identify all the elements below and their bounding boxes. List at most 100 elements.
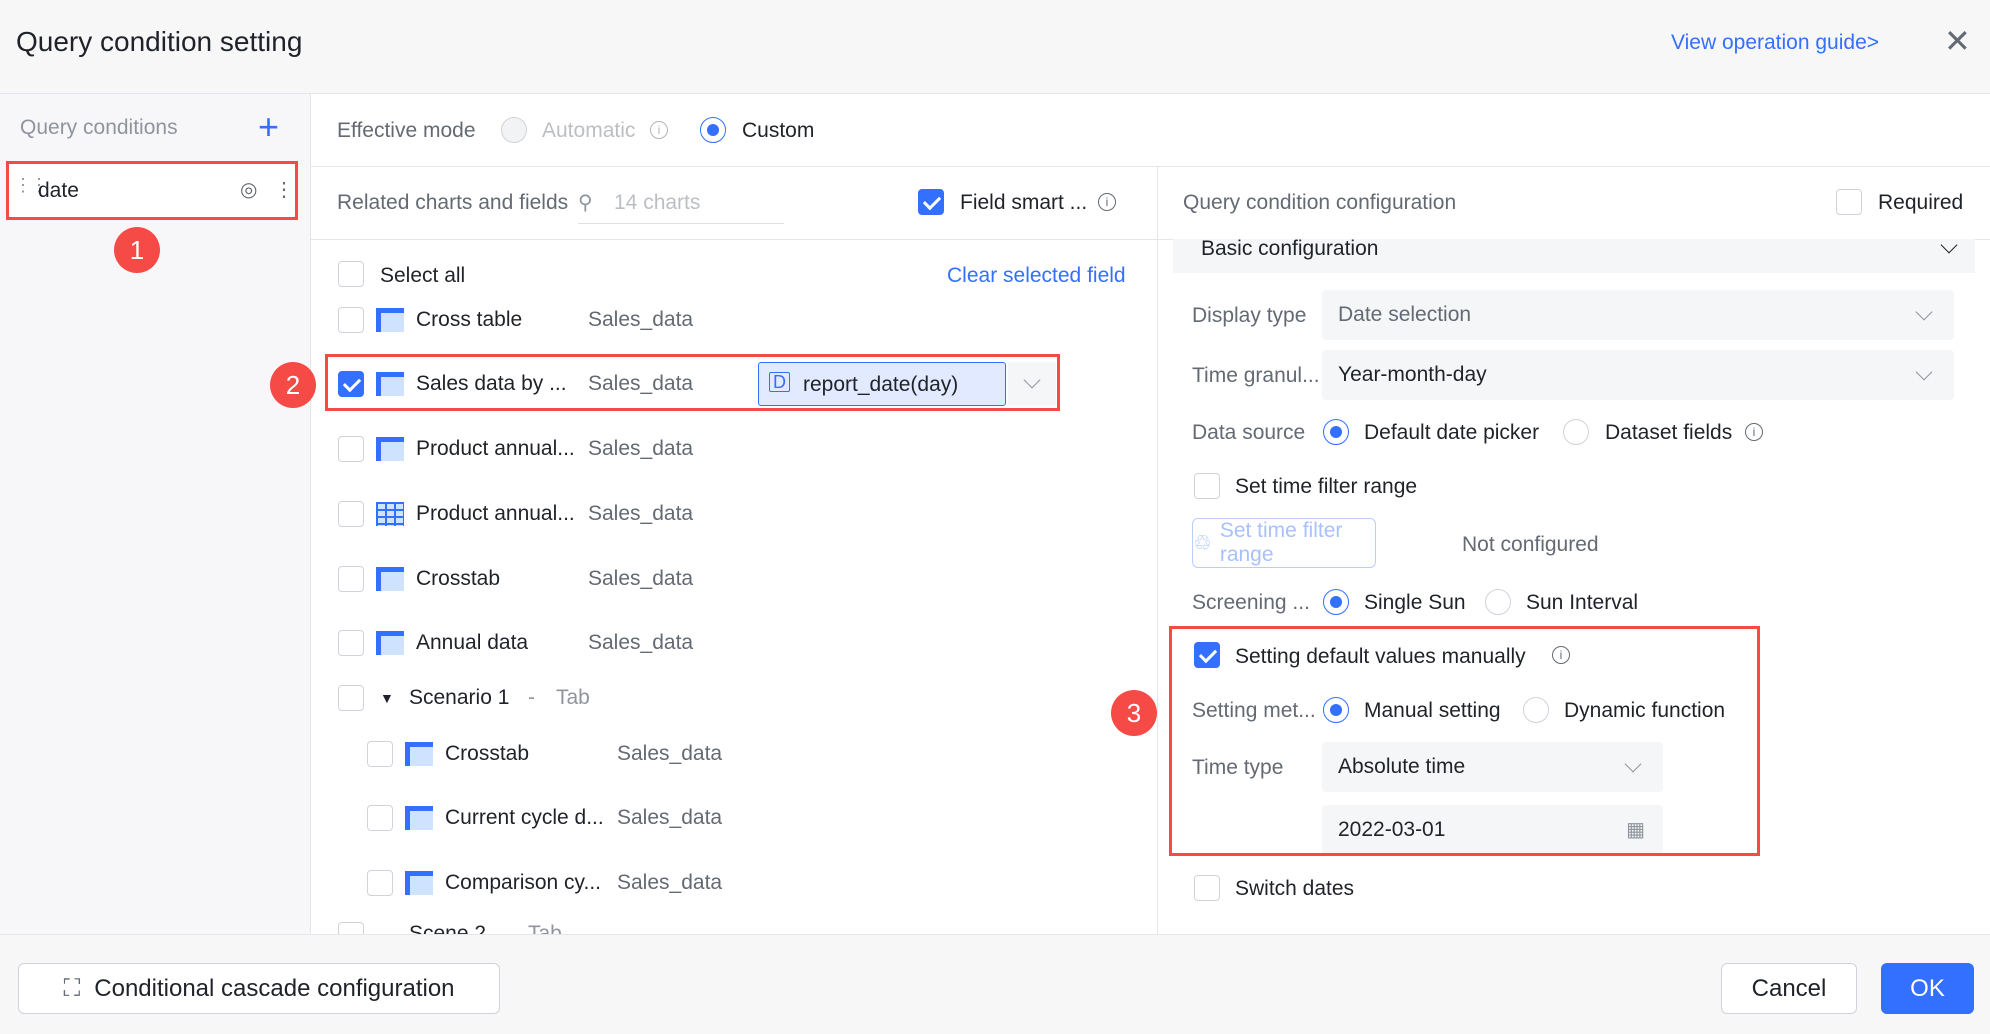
default-date-picker-label: Default date picker (1364, 421, 1540, 444)
row-checkbox[interactable] (338, 630, 364, 656)
sidebar (0, 94, 311, 934)
group-row-partial[interactable]: Scene 2 Tab (338, 922, 638, 934)
radio-single-sun[interactable] (1323, 589, 1349, 615)
search-icon: ⚲ (578, 192, 593, 214)
dataset-name: Sales_data (588, 308, 694, 331)
view-operation-guide-link[interactable]: View operation guide> (1671, 31, 1879, 55)
row-checkbox[interactable] (338, 566, 364, 592)
highlight-box-1 (6, 161, 298, 220)
time-granularity-label: Time granul... (1192, 364, 1320, 387)
set-time-filter-range-checkbox[interactable] (1194, 473, 1220, 499)
chart-name: Annual data (416, 631, 529, 654)
select-value: Date selection (1338, 303, 1472, 326)
chevron-down-icon (1940, 236, 1958, 254)
group-name: Scenario 1 (409, 686, 510, 709)
automatic-label: Automatic (542, 119, 636, 142)
cancel-button[interactable]: Cancel (1721, 963, 1857, 1014)
section-title: Basic configuration (1201, 237, 1379, 260)
conditional-cascade-button[interactable]: ⛶ Conditional cascade configuration (18, 963, 500, 1014)
row-checkbox[interactable] (367, 870, 393, 896)
highlight-box-3 (1169, 626, 1760, 856)
chart-name: Comparison cy... (445, 871, 601, 894)
set-time-filter-range-label: Set time filter range (1235, 475, 1418, 498)
display-type-select[interactable]: Date selection (1322, 290, 1954, 340)
close-icon[interactable]: ✕ (1944, 22, 1971, 60)
switch-dates-checkbox[interactable] (1194, 875, 1220, 901)
divider (311, 166, 1990, 167)
add-condition-icon[interactable]: + (258, 106, 279, 148)
grid-table-icon (376, 502, 404, 526)
chart-name: Cross table (416, 308, 523, 331)
info-icon: i (1745, 423, 1763, 441)
query-conditions-title: Query conditions (20, 116, 178, 139)
dataset-fields-label: Dataset fields (1605, 421, 1733, 444)
row-checkbox[interactable] (338, 501, 364, 527)
select-all-label: Select all (380, 264, 466, 287)
chevron-down-icon (1915, 303, 1933, 321)
row-checkbox[interactable] (338, 436, 364, 462)
badge-1: 1 (114, 227, 160, 273)
group-type: Tab (556, 686, 590, 709)
dataset-name: Sales_data (588, 502, 694, 525)
chart-name: Product annual... (416, 437, 575, 460)
button-label: Cancel (1751, 974, 1827, 1002)
table-chart-icon (405, 742, 433, 766)
data-source-label: Data source (1192, 421, 1306, 444)
sun-interval-label: Sun Interval (1526, 591, 1639, 614)
button-label: OK (1910, 974, 1945, 1002)
display-type-label: Display type (1192, 304, 1307, 327)
single-sun-label: Single Sun (1364, 591, 1466, 614)
table-chart-icon (376, 567, 404, 591)
chevron-down-icon (1915, 363, 1933, 381)
select-value: Year-month-day (1338, 363, 1487, 386)
search-placeholder: 14 charts (614, 191, 701, 214)
dataset-name: Sales_data (617, 806, 723, 829)
table-chart-icon (405, 871, 433, 895)
row-checkbox[interactable] (338, 307, 364, 333)
dataset-name: Sales_data (617, 742, 723, 765)
field-smart-checkbox[interactable] (918, 189, 944, 215)
radio-dataset-fields[interactable] (1563, 419, 1589, 445)
field-smart-label: Field smart ... (960, 191, 1088, 214)
group-type: Tab (528, 922, 562, 934)
group-checkbox[interactable] (338, 922, 364, 934)
dataset-name: Sales_data (617, 871, 723, 894)
group-separator: - (528, 686, 535, 709)
badge-3: 3 (1111, 690, 1157, 736)
row-checkbox[interactable] (367, 805, 393, 831)
badge-2: 2 (270, 362, 316, 408)
caret-down-icon[interactable]: ▼ (380, 690, 394, 706)
set-time-filter-range-button[interactable]: ♲ Set time filter range (1192, 518, 1376, 568)
select-all-checkbox[interactable] (338, 261, 364, 287)
radio-sun-interval[interactable] (1485, 589, 1511, 615)
table-chart-icon (376, 308, 404, 332)
time-granularity-select[interactable]: Year-month-day (1322, 350, 1954, 400)
ok-button[interactable]: OK (1881, 963, 1974, 1014)
dataset-name: Sales_data (588, 631, 694, 654)
chart-name: Product annual... (416, 502, 575, 525)
dataset-name: Sales_data (588, 437, 694, 460)
effective-mode-label: Effective mode (337, 119, 476, 142)
info-icon: i (1098, 193, 1116, 211)
chart-search-input[interactable]: ⚲ 14 charts (578, 186, 784, 224)
row-checkbox[interactable] (367, 741, 393, 767)
custom-label: Custom (742, 119, 815, 142)
switch-dates-label: Switch dates (1235, 877, 1355, 900)
clear-selected-field-link[interactable]: Clear selected field (947, 264, 1126, 288)
radio-default-date-picker[interactable] (1323, 419, 1349, 445)
chart-name: Crosstab (416, 567, 501, 590)
table-chart-icon (376, 437, 404, 461)
required-label: Required (1878, 191, 1964, 214)
related-label: Related charts and fields (337, 191, 569, 214)
config-title: Query condition configuration (1183, 191, 1457, 214)
basic-config-section-header[interactable]: Basic configuration (1173, 236, 1975, 273)
chart-name: Crosstab (445, 742, 530, 765)
radio-custom[interactable] (700, 117, 726, 143)
radio-automatic[interactable] (501, 117, 527, 143)
divider (1157, 167, 1158, 934)
dialog-title: Query condition setting (16, 26, 303, 57)
required-checkbox[interactable] (1836, 189, 1862, 215)
table-chart-icon (376, 631, 404, 655)
group-checkbox[interactable] (338, 685, 364, 711)
table-chart-icon (405, 806, 433, 830)
